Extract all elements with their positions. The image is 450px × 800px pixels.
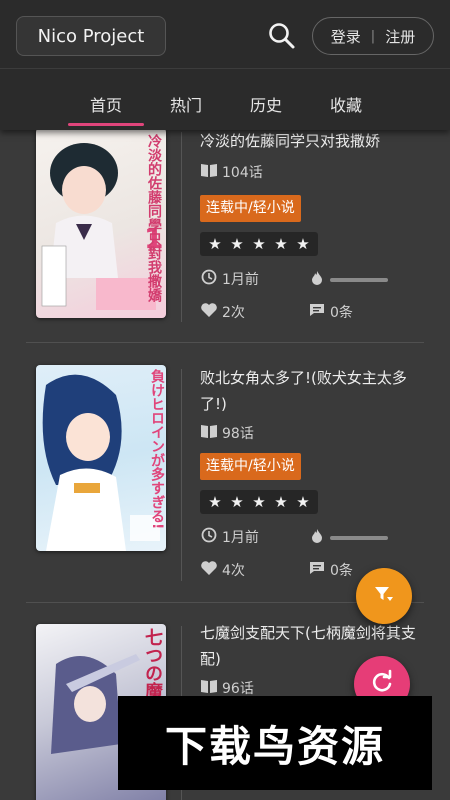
tab-home[interactable]: 首页 [66, 82, 146, 126]
heart-icon [200, 560, 222, 580]
star-icon: ★ [230, 235, 244, 253]
status-badge: 连载中/轻小说 [200, 453, 301, 480]
like-count[interactable]: 2次 [200, 302, 245, 322]
chapter-count: 104话 [200, 162, 263, 182]
list-item[interactable]: 負けヒロインが多すぎる! 败北女角太多了!(败犬女主太多了!) 98话 连载中/… [26, 355, 424, 585]
tab-hot[interactable]: 热门 [146, 82, 226, 126]
fire-icon [310, 528, 324, 548]
filter-icon [372, 582, 396, 610]
like-count[interactable]: 4次 [200, 560, 245, 580]
star-icon: ★ [208, 235, 222, 253]
comment-icon [308, 560, 330, 580]
star-icon: ★ [274, 493, 288, 511]
tab-history[interactable]: 历史 [226, 82, 306, 126]
tab-favorites[interactable]: 收藏 [306, 82, 386, 126]
brand-button[interactable]: Nico Project [16, 16, 166, 56]
star-icon: ★ [296, 493, 310, 511]
update-time-text: 1月前 [222, 530, 259, 546]
update-time-text: 1月前 [222, 272, 259, 288]
status-badge: 连载中/轻小说 [200, 195, 301, 222]
filter-button[interactable] [356, 568, 412, 624]
popularity-bar [330, 536, 388, 540]
item-title[interactable]: 败北女角太多了!(败犬女主太多了!) [200, 365, 420, 417]
app-header: Nico Project 登录 | 注册 首页 热门 历史 收藏 [0, 0, 450, 130]
star-icon: ★ [208, 493, 222, 511]
star-icon: ★ [296, 235, 310, 253]
comment-count-text: 0条 [330, 563, 353, 579]
heart-icon [200, 302, 222, 322]
chapter-count: 98话 [200, 423, 254, 443]
search-icon[interactable] [266, 20, 298, 52]
auth-separator: | [370, 28, 376, 44]
book-icon [200, 423, 222, 443]
chapter-count-text: 96话 [222, 681, 254, 697]
comment-count[interactable]: 0条 [308, 302, 353, 322]
comment-count[interactable]: 0条 [308, 560, 353, 580]
chapter-count-text: 98话 [222, 426, 254, 442]
history-icon [200, 268, 222, 290]
watermark-banner: 下载鸟资源 [118, 696, 432, 790]
cover-image[interactable]: 1 冷淡的佐藤同學只對我撒嬌 [36, 128, 166, 318]
update-time: 1月前 [200, 268, 259, 290]
tab-bar: 首页 热门 历史 收藏 [0, 82, 450, 126]
history-icon [200, 526, 222, 548]
star-icon: ★ [252, 235, 266, 253]
list-item[interactable]: 1 冷淡的佐藤同學只對我撒嬌 冷淡的佐藤同学只对我撒娇 104话 连载中/轻小说… [26, 118, 424, 328]
chapter-count: 96话 [200, 678, 254, 698]
star-icon: ★ [252, 493, 266, 511]
auth-pill: 登录 | 注册 [312, 17, 434, 55]
register-link[interactable]: 注册 [385, 26, 415, 47]
refresh-icon [369, 669, 395, 699]
divider [181, 132, 182, 322]
update-time: 1月前 [200, 526, 259, 548]
like-count-text: 4次 [222, 563, 245, 579]
header-divider [0, 68, 450, 69]
rating-stars: ★ ★ ★ ★ ★ [200, 490, 318, 514]
cover-title-text: 負けヒロインが多すぎる! [149, 369, 165, 530]
divider [26, 342, 424, 343]
item-title[interactable]: 冷淡的佐藤同学只对我撒娇 [200, 128, 420, 154]
rating-stars: ★ ★ ★ ★ ★ [200, 232, 318, 256]
divider [181, 369, 182, 581]
popularity-bar [330, 278, 388, 282]
cover-image[interactable]: 負けヒロインが多すぎる! [36, 365, 166, 551]
chapter-count-text: 104话 [222, 165, 263, 181]
book-icon [200, 678, 222, 698]
star-icon: ★ [274, 235, 288, 253]
login-link[interactable]: 登录 [331, 26, 361, 47]
star-icon: ★ [230, 493, 244, 511]
comment-count-text: 0条 [330, 305, 353, 321]
comment-icon [308, 302, 330, 322]
cover-title-text: 冷淡的佐藤同學只對我撒嬌 [146, 134, 162, 302]
book-icon [200, 162, 222, 182]
like-count-text: 2次 [222, 305, 245, 321]
fire-icon [310, 270, 324, 290]
